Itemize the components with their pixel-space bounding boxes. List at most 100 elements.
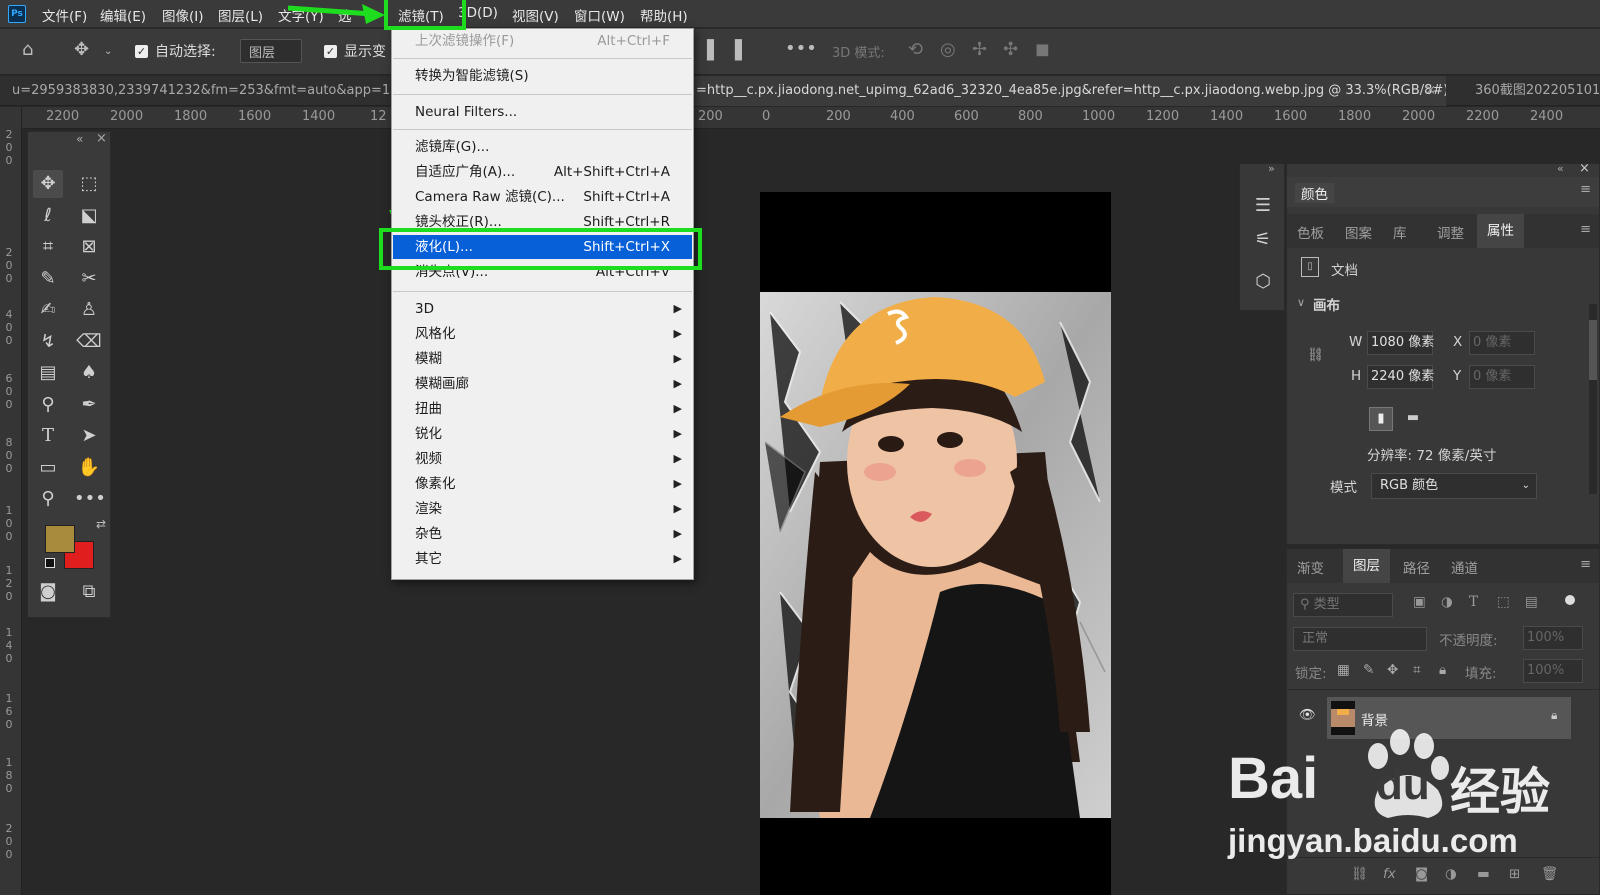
3d-panel-icon[interactable]: ⬡ bbox=[1248, 268, 1278, 296]
x-label: X bbox=[1453, 334, 1463, 350]
document-icon: ▯ bbox=[1301, 257, 1319, 277]
submenu-arrow-icon: ▶ bbox=[673, 402, 682, 415]
annotation-box-liquify bbox=[379, 228, 702, 270]
opacity-input[interactable]: 100% bbox=[1523, 626, 1583, 650]
menu-separator bbox=[393, 58, 692, 59]
menu-item-camera-raw[interactable]: Camera Raw 滤镜(C)... Shift+Ctrl+A bbox=[393, 185, 692, 209]
adjustments-icon[interactable]: ⚟ bbox=[1248, 226, 1278, 254]
properties-panel: « × 颜色 ≡ 色板 图案 库 调整 属性 ≡ ▯ 文档 ∨ 画布 ⛓ W 1… bbox=[1286, 161, 1600, 545]
adjustment-filter-icon[interactable]: ◑ bbox=[1441, 594, 1453, 610]
submenu-arrow-icon: ▶ bbox=[673, 302, 682, 315]
tab-color[interactable]: 颜色 bbox=[1295, 183, 1334, 203]
chevron-down-icon: ⌄ bbox=[1521, 480, 1530, 491]
y-input[interactable]: 0 像素 bbox=[1469, 365, 1535, 389]
menu-item-neural-filters[interactable]: Neural Filters... bbox=[393, 100, 692, 124]
lock-all-icon[interactable]: 🔒︎ bbox=[1439, 662, 1446, 678]
lock-position-icon[interactable]: ✥ bbox=[1387, 662, 1398, 678]
tab-adjustments[interactable]: 调整 bbox=[1437, 222, 1464, 242]
lock-artboard-icon[interactable]: ⌗ bbox=[1413, 662, 1421, 678]
submenu-arrow-icon: ▶ bbox=[673, 352, 682, 365]
mode-value: RGB 颜色 bbox=[1380, 478, 1439, 493]
annotation-arrow-menu bbox=[287, 5, 373, 17]
menu-item-filter-gallery[interactable]: 滤镜库(G)... bbox=[393, 135, 692, 159]
baidu-jingyan-watermark: Bai du 经验 jingyan.baidu.com bbox=[1228, 720, 1588, 880]
panel-menu-icon[interactable]: ≡ bbox=[1580, 557, 1591, 572]
photoshop-window: Ps 文件(F) 编辑(E) 图像(I) 图层(L) 文字(Y) 选 滤镜(T)… bbox=[0, 0, 1600, 895]
chevron-down-icon[interactable]: ∨ bbox=[1297, 296, 1305, 309]
shape-filter-icon[interactable]: ⬚ bbox=[1497, 594, 1510, 610]
filter-toggle[interactable] bbox=[1565, 595, 1575, 605]
scrollbar[interactable] bbox=[1589, 304, 1597, 494]
menu-item-distort[interactable]: 扭曲 ▶ bbox=[393, 397, 692, 421]
lock-pixels-icon[interactable]: ✎ bbox=[1363, 662, 1374, 678]
watermark-jingyan: 经验 bbox=[1450, 763, 1550, 821]
submenu-arrow-icon: ▶ bbox=[673, 527, 682, 540]
link-dimensions-icon[interactable]: ⛓ bbox=[1307, 347, 1324, 363]
smart-object-filter-icon[interactable]: ▤ bbox=[1525, 594, 1538, 610]
menu-item-noise[interactable]: 杂色 ▶ bbox=[393, 522, 692, 546]
resolution-text: 分辨率: 72 像素/英寸 bbox=[1367, 448, 1497, 464]
portrait-orientation-icon[interactable]: ▮ bbox=[1369, 407, 1393, 431]
annotation-box-filter-menu bbox=[384, 0, 466, 30]
menu-item-render[interactable]: 渲染 ▶ bbox=[393, 497, 692, 521]
blend-mode-select[interactable]: 正常 bbox=[1293, 627, 1427, 651]
menu-item-pixelate[interactable]: 像素化 ▶ bbox=[393, 472, 692, 496]
mode-label: 模式 bbox=[1330, 480, 1357, 496]
menu-item-blur[interactable]: 模糊 ▶ bbox=[393, 347, 692, 371]
menu-item-last-filter[interactable]: 上次滤镜操作(F) Alt+Ctrl+F bbox=[393, 29, 692, 53]
fill-label: 填充: bbox=[1465, 666, 1497, 682]
search-icon: ⚲ bbox=[1300, 597, 1314, 612]
width-input[interactable]: 1080 像素 bbox=[1367, 331, 1434, 355]
menu-item-sharpen[interactable]: 锐化 ▶ bbox=[393, 422, 692, 446]
tab-patterns[interactable]: 图案 bbox=[1345, 222, 1372, 242]
expand-icon[interactable]: » bbox=[1268, 162, 1275, 175]
lock-label: 锁定: bbox=[1295, 666, 1327, 682]
width-label: W bbox=[1349, 334, 1363, 350]
menu-item-convert-smart-filters[interactable]: 转换为智能滤镜(S) bbox=[393, 64, 692, 88]
y-label: Y bbox=[1453, 368, 1462, 384]
submenu-arrow-icon: ▶ bbox=[673, 477, 682, 490]
tab-paths[interactable]: 路径 bbox=[1403, 557, 1430, 577]
height-label: H bbox=[1351, 368, 1362, 384]
menu-item-adaptive-wide-angle[interactable]: 自适应广角(A)... Alt+Shift+Ctrl+A bbox=[393, 160, 692, 184]
menu-item-stylize[interactable]: 风格化 ▶ bbox=[393, 322, 692, 346]
submenu-arrow-icon: ▶ bbox=[673, 552, 682, 565]
menu-item-3d[interactable]: 3D ▶ bbox=[393, 297, 692, 321]
mode-select[interactable]: RGB 颜色 ⌄ bbox=[1371, 473, 1537, 499]
tab-libraries[interactable]: 库 bbox=[1393, 222, 1407, 242]
menu-item-blur-gallery[interactable]: 模糊画廊 ▶ bbox=[393, 372, 692, 396]
type-filter-icon[interactable]: T bbox=[1469, 594, 1478, 610]
close-icon[interactable]: × bbox=[1579, 161, 1590, 176]
height-input[interactable]: 2240 像素 bbox=[1367, 365, 1434, 389]
canvas-section-title: 画布 bbox=[1313, 298, 1340, 314]
layer-filter-select[interactable]: ⚲ 类型 bbox=[1293, 593, 1393, 617]
layer-filter-placeholder: 类型 bbox=[1313, 597, 1340, 612]
lock-transparency-icon[interactable]: ▦ bbox=[1337, 662, 1350, 678]
panel-menu-icon[interactable]: ≡ bbox=[1580, 222, 1591, 237]
fill-input[interactable]: 100% bbox=[1523, 659, 1583, 683]
submenu-arrow-icon: ▶ bbox=[673, 327, 682, 340]
x-input[interactable]: 0 像素 bbox=[1469, 331, 1535, 355]
menu-item-video[interactable]: 视频 ▶ bbox=[393, 447, 692, 471]
tab-layers[interactable]: 图层 bbox=[1343, 549, 1390, 583]
brush-settings-icon[interactable]: ☰ bbox=[1248, 192, 1278, 220]
landscape-orientation-icon[interactable]: ▬ bbox=[1401, 407, 1425, 431]
collapse-icon[interactable]: « bbox=[1557, 162, 1564, 175]
panel-menu-icon[interactable]: ≡ bbox=[1580, 182, 1591, 197]
submenu-arrow-icon: ▶ bbox=[673, 377, 682, 390]
document-label: 文档 bbox=[1331, 263, 1358, 279]
tab-channels[interactable]: 通道 bbox=[1451, 557, 1478, 577]
submenu-arrow-icon: ▶ bbox=[673, 502, 682, 515]
watermark-brand: Bai bbox=[1228, 746, 1319, 811]
tab-swatches[interactable]: 色板 bbox=[1297, 222, 1324, 242]
menu-separator bbox=[393, 94, 692, 95]
image-filter-icon[interactable]: ▣ bbox=[1413, 594, 1426, 610]
tab-properties[interactable]: 属性 bbox=[1477, 214, 1524, 248]
annotation-arrowhead-menu bbox=[362, 4, 385, 24]
blend-mode-value: 正常 bbox=[1302, 631, 1329, 646]
watermark-brand-du: du bbox=[1376, 760, 1430, 809]
menu-item-other[interactable]: 其它 ▶ bbox=[393, 547, 692, 571]
tab-gradients[interactable]: 渐变 bbox=[1297, 557, 1324, 577]
menu-separator bbox=[393, 291, 692, 292]
submenu-arrow-icon: ▶ bbox=[673, 452, 682, 465]
